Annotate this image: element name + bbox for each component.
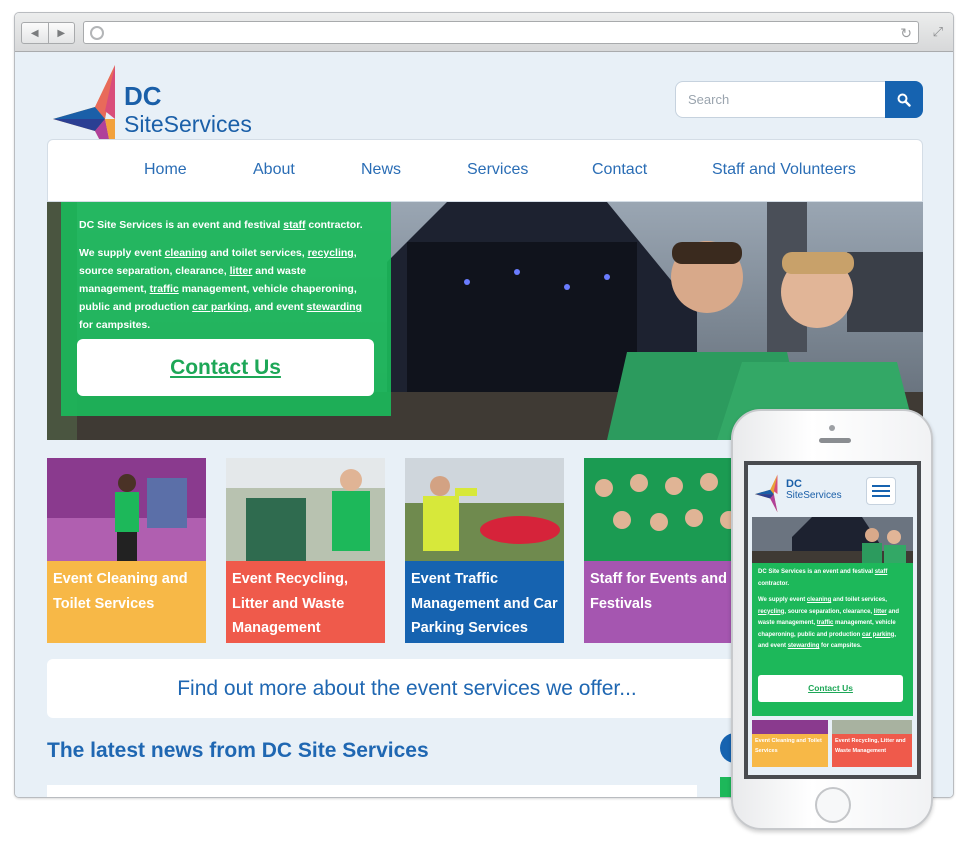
speaker-grille (819, 438, 851, 443)
address-bar[interactable]: ↻ (83, 21, 919, 44)
search-form (675, 81, 923, 118)
mobile-cleaning-photo (752, 720, 828, 734)
traffic-photo (405, 458, 564, 561)
litter-link[interactable]: litter (230, 265, 253, 277)
cleaning-link[interactable]: cleaning (165, 247, 208, 259)
mobile-recycling-link[interactable]: recycling (758, 609, 784, 615)
hamburger-menu-icon[interactable] (866, 477, 896, 505)
nav-home[interactable]: Home (144, 161, 187, 179)
reload-icon[interactable]: ↻ (900, 25, 912, 42)
camera-icon (829, 425, 835, 431)
staff-link[interactable]: staff (283, 219, 305, 231)
phone-mockup: DC SiteServices DC Site Services is an e… (731, 409, 933, 830)
mobile-staff-link[interactable]: staff (875, 569, 888, 575)
forward-icon[interactable]: ▶ (49, 23, 75, 43)
mobile-cleaning-link[interactable]: cleaning (807, 597, 831, 603)
phone-screen: DC SiteServices DC Site Services is an e… (744, 461, 921, 779)
mobile-stewarding-link[interactable]: stewarding (788, 643, 820, 649)
mobile-litter-link[interactable]: litter (874, 609, 887, 615)
mobile-logo-dc: DC (786, 478, 802, 490)
mobile-service-tile-recycling[interactable]: Event Recycling, Litter and Waste Manage… (832, 720, 912, 767)
service-tile-cleaning[interactable]: Event Cleaning and Toilet Services (47, 458, 206, 643)
main-navigation: Home About News Services Contact Staff a… (47, 139, 923, 202)
mobile-services-text: We supply event cleaning and toilet serv… (758, 597, 900, 649)
car-parking-link[interactable]: car parking (192, 301, 249, 313)
search-input[interactable] (675, 81, 887, 118)
mobile-traffic-link[interactable]: traffic (817, 620, 834, 626)
service-tile-recycling[interactable]: Event Recycling, Litter and Waste Manage… (226, 458, 385, 643)
logo-text-siteservices: SiteServices (124, 111, 252, 137)
mobile-recycling-photo (832, 720, 912, 734)
service-tile-label: Event Recycling, Litter and Waste Manage… (226, 561, 385, 643)
browser-toolbar: ◀ ▶ ↻ ⤢ (15, 13, 953, 52)
service-tile-label: Event Traffic Management and Car Parking… (405, 561, 564, 643)
fullscreen-icon[interactable]: ⤢ (933, 24, 943, 40)
nav-staff-and-volunteers[interactable]: Staff and Volunteers (712, 161, 856, 179)
mobile-contact-us-button[interactable]: Contact Us (758, 675, 903, 702)
traffic-link[interactable]: traffic (150, 283, 179, 295)
news-heading: The latest news from DC Site Services (47, 739, 429, 762)
nav-services[interactable]: Services (467, 161, 528, 179)
contact-us-button[interactable]: Contact Us (77, 339, 374, 396)
mobile-service-tile-cleaning[interactable]: Event Cleaning and Toilet Services (752, 720, 828, 767)
mobile-intro-panel: DC Site Services is an event and festiva… (752, 563, 913, 716)
home-button[interactable] (815, 787, 851, 823)
hero-banner: DC Site Services is an event and festiva… (47, 202, 923, 440)
nav-news[interactable]: News (361, 161, 401, 179)
search-icon (897, 93, 911, 107)
service-tile-traffic[interactable]: Event Traffic Management and Car Parking… (405, 458, 564, 643)
service-tile-staff[interactable]: Staff for Events and Festivals (584, 458, 743, 643)
hero-intro-text: DC Site Services is an event and festiva… (79, 219, 363, 231)
hero-services-text: We supply event cleaning and toilet serv… (79, 247, 362, 331)
service-tile-label: Event Cleaning and Toilet Services (47, 561, 206, 643)
news-panel (47, 785, 697, 797)
mobile-page: DC SiteServices DC Site Services is an e… (748, 465, 917, 775)
mobile-car-parking-link[interactable]: car parking (862, 632, 894, 638)
nav-about[interactable]: About (253, 161, 295, 179)
globe-icon (90, 26, 104, 40)
nav-contact[interactable]: Contact (592, 161, 647, 179)
logo-text-dc: DC (124, 81, 162, 111)
mobile-intro-text: DC Site Services is an event and festiva… (758, 569, 888, 587)
mobile-service-tile-label: Event Recycling, Litter and Waste Manage… (832, 734, 912, 767)
cleaning-photo (47, 458, 206, 561)
service-tile-label: Staff for Events and Festivals (584, 561, 743, 643)
mobile-service-tile-label: Event Cleaning and Toilet Services (752, 734, 828, 767)
mobile-logo-siteservices: SiteServices (786, 490, 842, 501)
mobile-hero-photo (752, 517, 913, 563)
back-icon[interactable]: ◀ (22, 23, 49, 43)
logo-star-icon (754, 474, 778, 513)
stewarding-link[interactable]: stewarding (307, 301, 362, 313)
recycling-photo (226, 458, 385, 561)
find-out-more-link[interactable]: Find out more about the event services w… (47, 659, 767, 718)
recycling-link[interactable]: recycling (308, 247, 354, 259)
search-button[interactable] (885, 81, 923, 118)
staff-photo (584, 458, 743, 561)
history-buttons: ◀ ▶ (21, 22, 75, 44)
